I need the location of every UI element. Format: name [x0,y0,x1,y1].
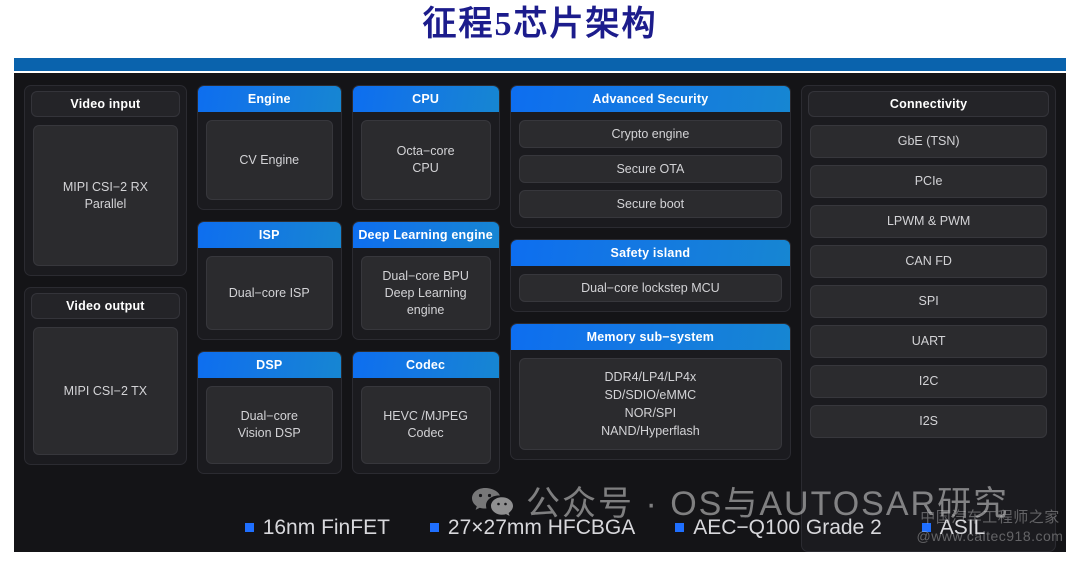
cell-mipi-csi2-rx[interactable]: MIPI CSI−2 RX Parallel [33,125,178,266]
group-advanced-security: Advanced Security Crypto engine Secure O… [509,85,792,228]
square-bullet-icon [675,523,685,532]
footer-label-asil: ASIL [939,515,986,539]
group-engine: Engine CV Engine [196,85,342,210]
group-isp: ISP Dual−core ISP [196,221,342,340]
page-title: 征程5芯片架构 [422,6,658,43]
square-bullet-icon [921,523,931,532]
cell-gbe-tsn[interactable]: GbE (TSN) [810,125,1047,158]
cells-video-input: MIPI CSI−2 RX Parallel [25,117,186,266]
cells-isp: Dual−core ISP [198,248,341,330]
group-cpu: CPU Octa−core CPU [351,85,500,210]
cell-secure-boot[interactable]: Secure boot [518,190,783,218]
group-header-isp: ISP [197,222,341,248]
cells-advanced-security: Crypto engine Secure OTA Secure boot [511,112,791,218]
group-header-safety-island: Safety island [510,240,791,266]
group-header-video-input: Video input [31,91,180,117]
cells-dsp: Dual−core Vision DSP [198,378,341,464]
group-header-dsp: DSP [197,352,341,378]
group-video-output: Video output MIPI CSI−2 TX [24,287,187,465]
group-codec: Codec HEVC /MJPEG Codec [351,351,500,474]
cell-secure-ota[interactable]: Secure OTA [518,155,783,183]
cell-mipi-csi2-tx[interactable]: MIPI CSI−2 TX [33,327,178,455]
cell-lpwm-pwm[interactable]: LPWM & PWM [810,205,1047,238]
architecture-diagram-board: Video input MIPI CSI−2 RX Parallel Video… [14,73,1066,552]
group-header-video-output: Video output [31,293,180,319]
cell-memory-interfaces[interactable]: DDR4/LP4/LP4x SD/SDIO/eMMC NOR/SPI NAND/… [518,358,783,450]
square-bullet-icon [429,523,439,532]
footer-spec-bar: 16nm FinFET 27×27mm HFCBGA AEC−Q100 Grad… [14,503,1066,552]
cells-connectivity: GbE (TSN) PCIe LPWM & PWM CAN FD SPI UAR… [802,117,1055,438]
cell-crypto-engine[interactable]: Crypto engine [518,120,783,148]
cell-hevc-mjpeg-codec[interactable]: HEVC /MJPEG Codec [360,386,491,464]
square-bullet-icon [244,523,254,532]
group-header-advanced-security: Advanced Security [510,86,791,112]
group-dsp: DSP Dual−core Vision DSP [196,351,342,474]
footer-item-process: 16nm FinFET [244,515,390,540]
footer-label-package: 27×27mm HFCBGA [447,515,636,539]
footer-label-aecq100: AEC−Q100 Grade 2 [693,515,882,539]
cell-i2c[interactable]: I2C [810,365,1047,398]
slide-root: 征程5芯片架构 Video input MIPI CSI−2 RX Parall… [0,0,1080,568]
cell-dual-core-vision-dsp[interactable]: Dual−core Vision DSP [205,386,333,464]
footer-item-package: 27×27mm HFCBGA [429,515,636,540]
footer-item-aecq100: AEC−Q100 Grade 2 [675,516,882,540]
group-header-engine: Engine [197,86,341,112]
column-cpu: CPU Octa−core CPU Deep Learning engine D… [351,85,500,552]
footer-item-asil: ASIL [921,515,986,540]
group-memory-subsystem: Memory sub−system DDR4/LP4/LP4x SD/SDIO/… [509,323,792,460]
group-video-input: Video input MIPI CSI−2 RX Parallel [24,85,187,276]
cell-pcie[interactable]: PCIe [810,165,1047,198]
cells-cpu: Octa−core CPU [353,112,499,200]
cells-engine: CV Engine [198,112,341,200]
cell-i2s[interactable]: I2S [810,405,1047,438]
cell-octa-core-cpu[interactable]: Octa−core CPU [360,120,491,200]
group-header-deep-learning-engine: Deep Learning engine [352,222,499,248]
cells-codec: HEVC /MJPEG Codec [353,378,499,464]
column-engine: Engine CV Engine ISP Dual−core ISP DSP D… [196,85,342,552]
cells-memory-subsystem: DDR4/LP4/LP4x SD/SDIO/eMMC NOR/SPI NAND/… [511,350,791,450]
cells-deep-learning-engine: Dual−core BPU Deep Learning engine [353,248,499,330]
group-deep-learning-engine: Deep Learning engine Dual−core BPU Deep … [351,221,500,340]
cell-dual-core-bpu[interactable]: Dual−core BPU Deep Learning engine [360,256,491,330]
cell-cv-engine[interactable]: CV Engine [205,120,333,200]
cells-video-output: MIPI CSI−2 TX [25,319,186,455]
title-divider-rule [14,58,1066,71]
cell-can-fd[interactable]: CAN FD [810,245,1047,278]
group-connectivity: Connectivity GbE (TSN) PCIe LPWM & PWM C… [801,85,1056,552]
group-header-codec: Codec [352,352,499,378]
column-video: Video input MIPI CSI−2 RX Parallel Video… [24,85,187,552]
footer-label-process: 16nm FinFET [262,515,390,539]
cell-dual-core-lockstep-mcu[interactable]: Dual−core lockstep MCU [518,274,783,302]
group-header-connectivity: Connectivity [808,91,1049,117]
group-safety-island: Safety island Dual−core lockstep MCU [509,239,792,312]
cell-spi[interactable]: SPI [810,285,1047,318]
cells-safety-island: Dual−core lockstep MCU [511,266,791,302]
column-security: Advanced Security Crypto engine Secure O… [509,85,792,552]
column-connectivity: Connectivity GbE (TSN) PCIe LPWM & PWM C… [801,85,1056,552]
group-header-memory-subsystem: Memory sub−system [510,324,791,350]
cell-dual-core-isp[interactable]: Dual−core ISP [205,256,333,330]
cell-uart[interactable]: UART [810,325,1047,358]
group-header-cpu: CPU [352,86,499,112]
